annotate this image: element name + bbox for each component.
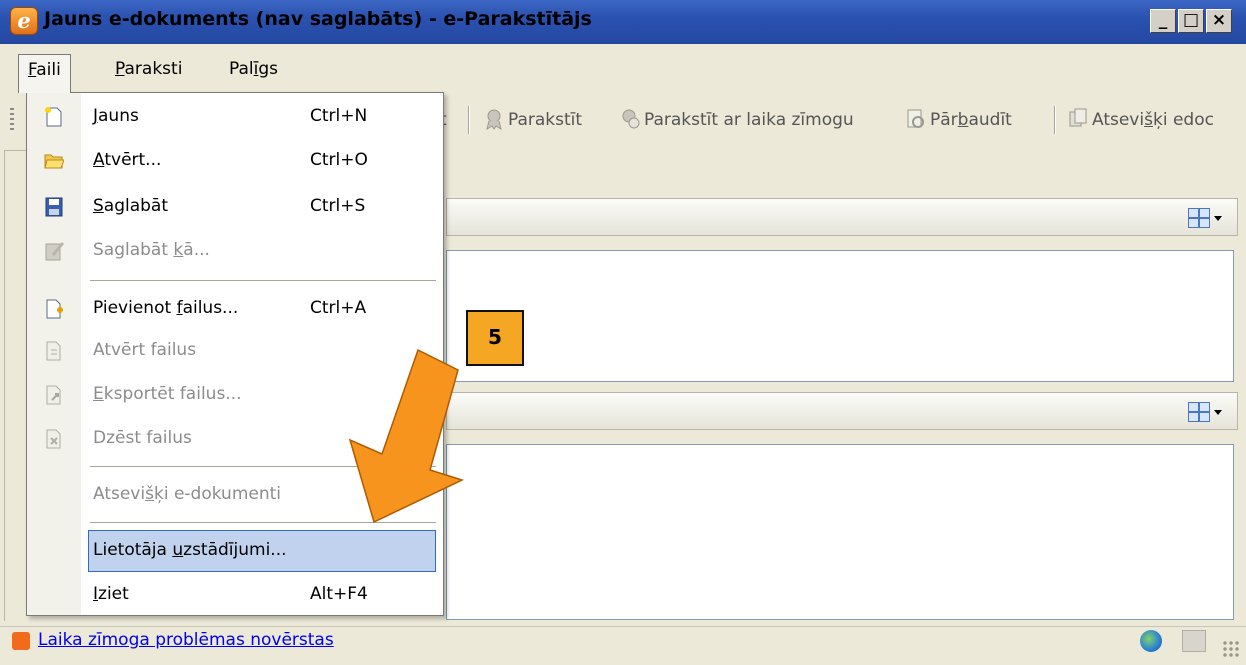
app-icon: e xyxy=(10,7,38,35)
separate-docs-icon xyxy=(1069,108,1087,127)
grid-view-icon[interactable] xyxy=(1188,402,1210,422)
toolbar-parbaudit[interactable]: Pārbaudīt xyxy=(930,110,1012,130)
menu-item-atvert-failus[interactable]: Atvērt failus xyxy=(93,340,196,360)
menu-item-atvert[interactable]: Atvērt... xyxy=(93,150,161,170)
sign-ribbon-icon xyxy=(486,109,502,130)
status-link[interactable]: Laika zīmoga problēmas novērstas xyxy=(38,630,334,650)
keyboard-icon[interactable] xyxy=(1182,630,1206,652)
toolbar-separator xyxy=(468,106,470,134)
upper-panel-body[interactable] xyxy=(446,250,1234,382)
rss-icon xyxy=(12,632,30,650)
menu-item-dzest[interactable]: Dzēst failus xyxy=(93,428,192,448)
toolbar-parakstit-laiks[interactable]: Parakstīt ar laika zīmogu xyxy=(644,110,854,130)
shortcut-iziet: Alt+F4 xyxy=(310,584,368,604)
step-callout: 5 xyxy=(466,310,524,366)
shortcut-jauns: Ctrl+N xyxy=(310,106,368,126)
menu-item-atseviski[interactable]: Atsevišķi e-dokumenti xyxy=(93,484,281,504)
save-as-icon xyxy=(45,242,64,261)
export-files-icon xyxy=(46,385,61,405)
menu-item-saglabat[interactable]: Saglabāt xyxy=(93,196,168,216)
toolbar-atseviski[interactable]: Atsevišķi edoc xyxy=(1092,110,1214,130)
sign-timestamp-icon xyxy=(622,109,640,129)
grid-view-icon[interactable] xyxy=(1188,208,1210,228)
delete-files-icon xyxy=(46,429,61,449)
menu-item-lietotaja-uzstadijumi[interactable]: Lietotāja uzstādījumi... xyxy=(93,540,287,560)
minimize-button[interactable]: _ xyxy=(1150,9,1176,33)
shortcut-pievienot: Ctrl+A xyxy=(310,298,367,318)
globe-icon[interactable] xyxy=(1140,630,1162,652)
menu-separator xyxy=(90,280,436,281)
upper-panel-header xyxy=(446,198,1238,236)
menu-paligs[interactable]: Palīgs xyxy=(220,54,287,84)
close-button[interactable]: × xyxy=(1206,9,1232,33)
open-folder-icon xyxy=(44,154,64,169)
verify-icon xyxy=(907,109,924,128)
toolbar-grip[interactable] xyxy=(10,108,14,132)
toolbar-parakstit[interactable]: Parakstīt xyxy=(508,110,582,130)
menu-faili[interactable]: Faili xyxy=(18,54,71,93)
new-document-icon xyxy=(45,107,62,127)
lower-panel-body[interactable] xyxy=(446,444,1234,620)
shortcut-atvert: Ctrl+O xyxy=(310,150,368,170)
resize-grip[interactable] xyxy=(1222,640,1240,658)
menu-item-iziet[interactable]: Iziet xyxy=(93,584,129,604)
document-frame-edge xyxy=(4,150,27,621)
shortcut-saglabat: Ctrl+S xyxy=(310,196,366,216)
toolbar-separator xyxy=(1054,106,1056,134)
menu-item-saglabat-ka[interactable]: Saglabāt kā... xyxy=(93,240,210,260)
add-files-icon xyxy=(46,299,63,319)
save-disk-icon xyxy=(45,197,63,217)
menu-paraksti[interactable]: Paraksti xyxy=(106,54,191,84)
menu-item-eksportet[interactable]: Eksportēt failus... xyxy=(93,384,242,404)
menu-item-pievienot[interactable]: Pievienot failus... xyxy=(93,298,238,318)
chevron-down-icon[interactable] xyxy=(1214,410,1222,415)
chevron-down-icon[interactable] xyxy=(1214,216,1222,221)
menu-item-jauns[interactable]: Jauns xyxy=(93,106,139,126)
lower-panel-header xyxy=(446,392,1238,430)
window-title: Jauns e-dokuments (nav saglabāts) - e-Pa… xyxy=(44,8,592,30)
open-files-icon xyxy=(46,341,61,361)
maximize-button[interactable]: □ xyxy=(1178,9,1204,33)
